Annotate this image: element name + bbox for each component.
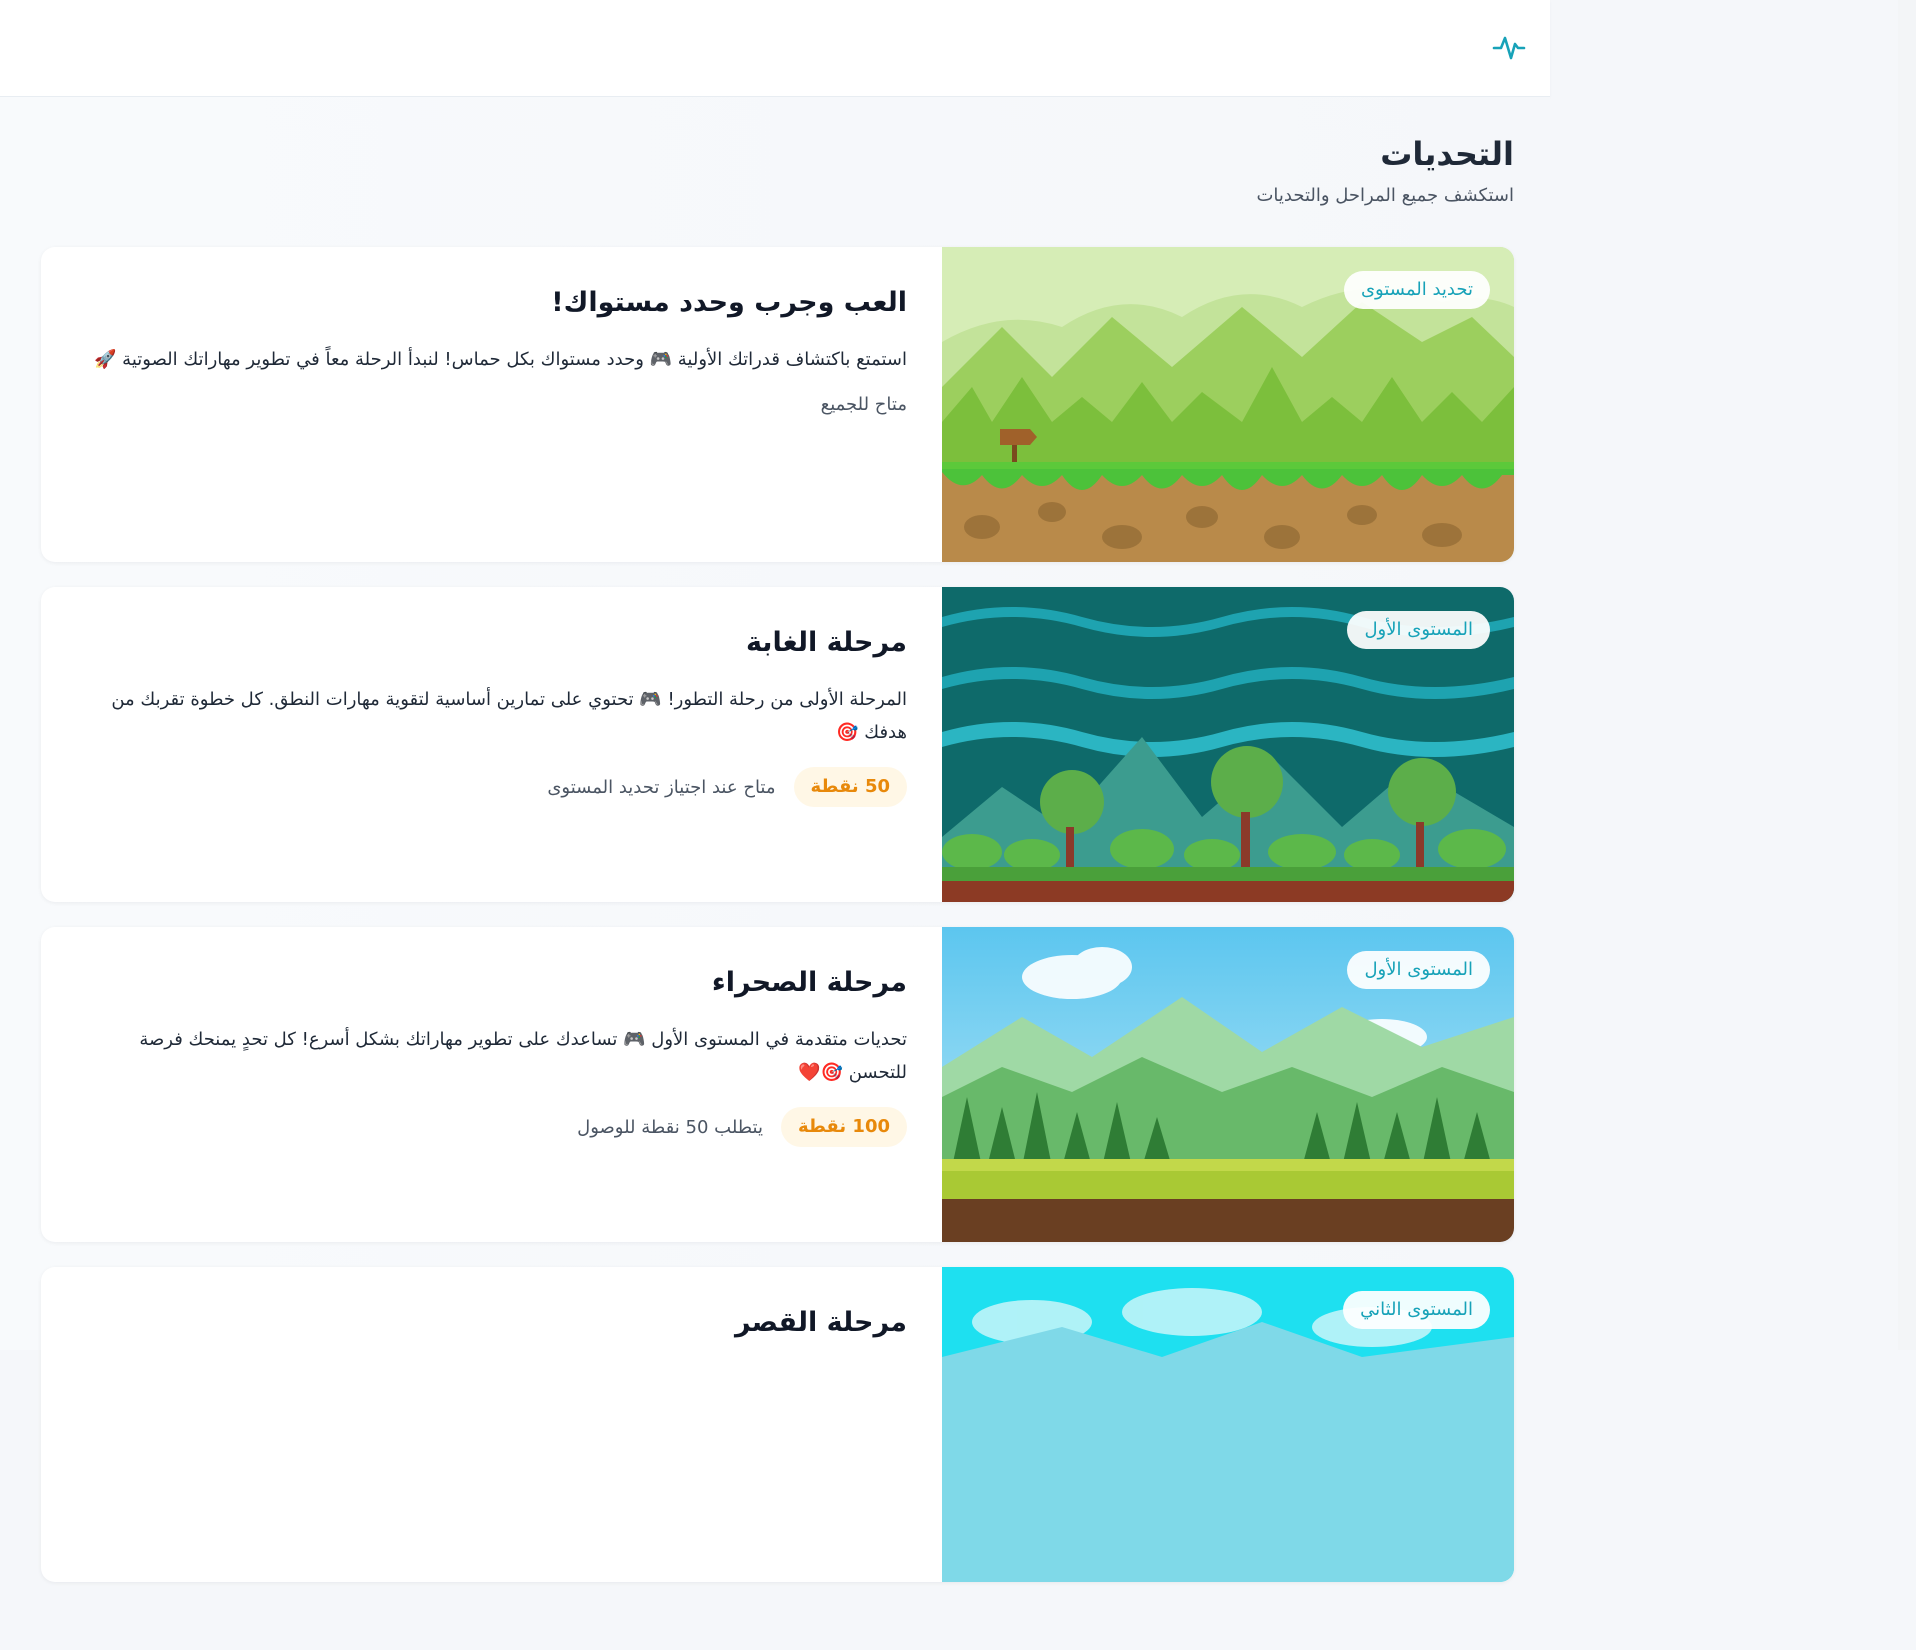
challenge-thumbnail: تحديد المستوى [942,247,1514,562]
points-badge: 50 نقطة [793,767,907,807]
challenge-info: العب وجرب وحدد مستواك! استمتع باكتشاف قد… [77,285,907,415]
challenge-description: تحديات متقدمة في المستوى الأول 🎮 تساعدك … [139,1029,907,1083]
challenge-meta: متاح للجميع [77,394,907,415]
availability-text: يتطلب 50 نقطة للوصول [577,1116,763,1138]
level-badge: المستوى الأول [1347,611,1490,649]
main-content: التحديات استكشف جميع المراحل والتحديات ت… [0,97,1550,1582]
challenge-description: المرحلة الأولى من رحلة التطور! 🎮 تحتوي ع… [111,689,907,743]
challenge-title: العب وجرب وحدد مستواك! [551,287,907,318]
challenge-thumbnail: المستوى الأول [942,587,1514,902]
challenge-card-palace[interactable]: المستوى الثاني مرحلة القصر [41,1267,1514,1582]
challenge-title: مرحلة القصر [735,1307,907,1338]
points-badge: 100 نقطة [780,1107,907,1147]
pulse-icon[interactable] [1492,30,1526,64]
page-subtitle: استكشف جميع المراحل والتحديات [1256,185,1514,206]
availability-text: متاح عند اجتياز تحديد المستوى [547,776,776,798]
challenge-thumbnail: المستوى الأول [942,927,1514,1242]
challenge-meta: 50 نقطة متاح عند اجتياز تحديد المستوى [77,767,907,807]
challenge-description: استمتع باكتشاف قدراتك الأولية 🎮 وحدد مست… [94,349,907,370]
challenge-card-desert[interactable]: المستوى الأول مرحلة الصحراء تحديات متقدم… [41,927,1514,1242]
level-badge: تحديد المستوى [1343,271,1490,309]
challenge-thumbnail: المستوى الثاني [942,1267,1514,1582]
challenge-meta: 100 نقطة يتطلب 50 نقطة للوصول [77,1107,907,1147]
challenge-info: مرحلة القصر [77,1305,907,1341]
challenge-info: مرحلة الغابة المرحلة الأولى من رحلة التط… [77,625,907,807]
challenge-card-forest[interactable]: المستوى الأول مرحلة الغابة المرحلة الأول… [41,587,1514,902]
challenge-title: مرحلة الصحراء [711,967,907,998]
availability-text: متاح للجميع [820,394,907,415]
level-badge: المستوى الأول [1347,951,1490,989]
scrollbar[interactable] [1898,0,1916,1350]
page-title: التحديات [1380,135,1514,173]
top-navbar [0,0,1550,97]
challenge-card-placement[interactable]: تحديد المستوى العب وجرب وحدد مستواك! است… [41,247,1514,562]
challenge-info: مرحلة الصحراء تحديات متقدمة في المستوى ا… [77,965,907,1147]
challenge-title: مرحلة الغابة [745,627,907,658]
level-badge: المستوى الثاني [1343,1291,1490,1329]
